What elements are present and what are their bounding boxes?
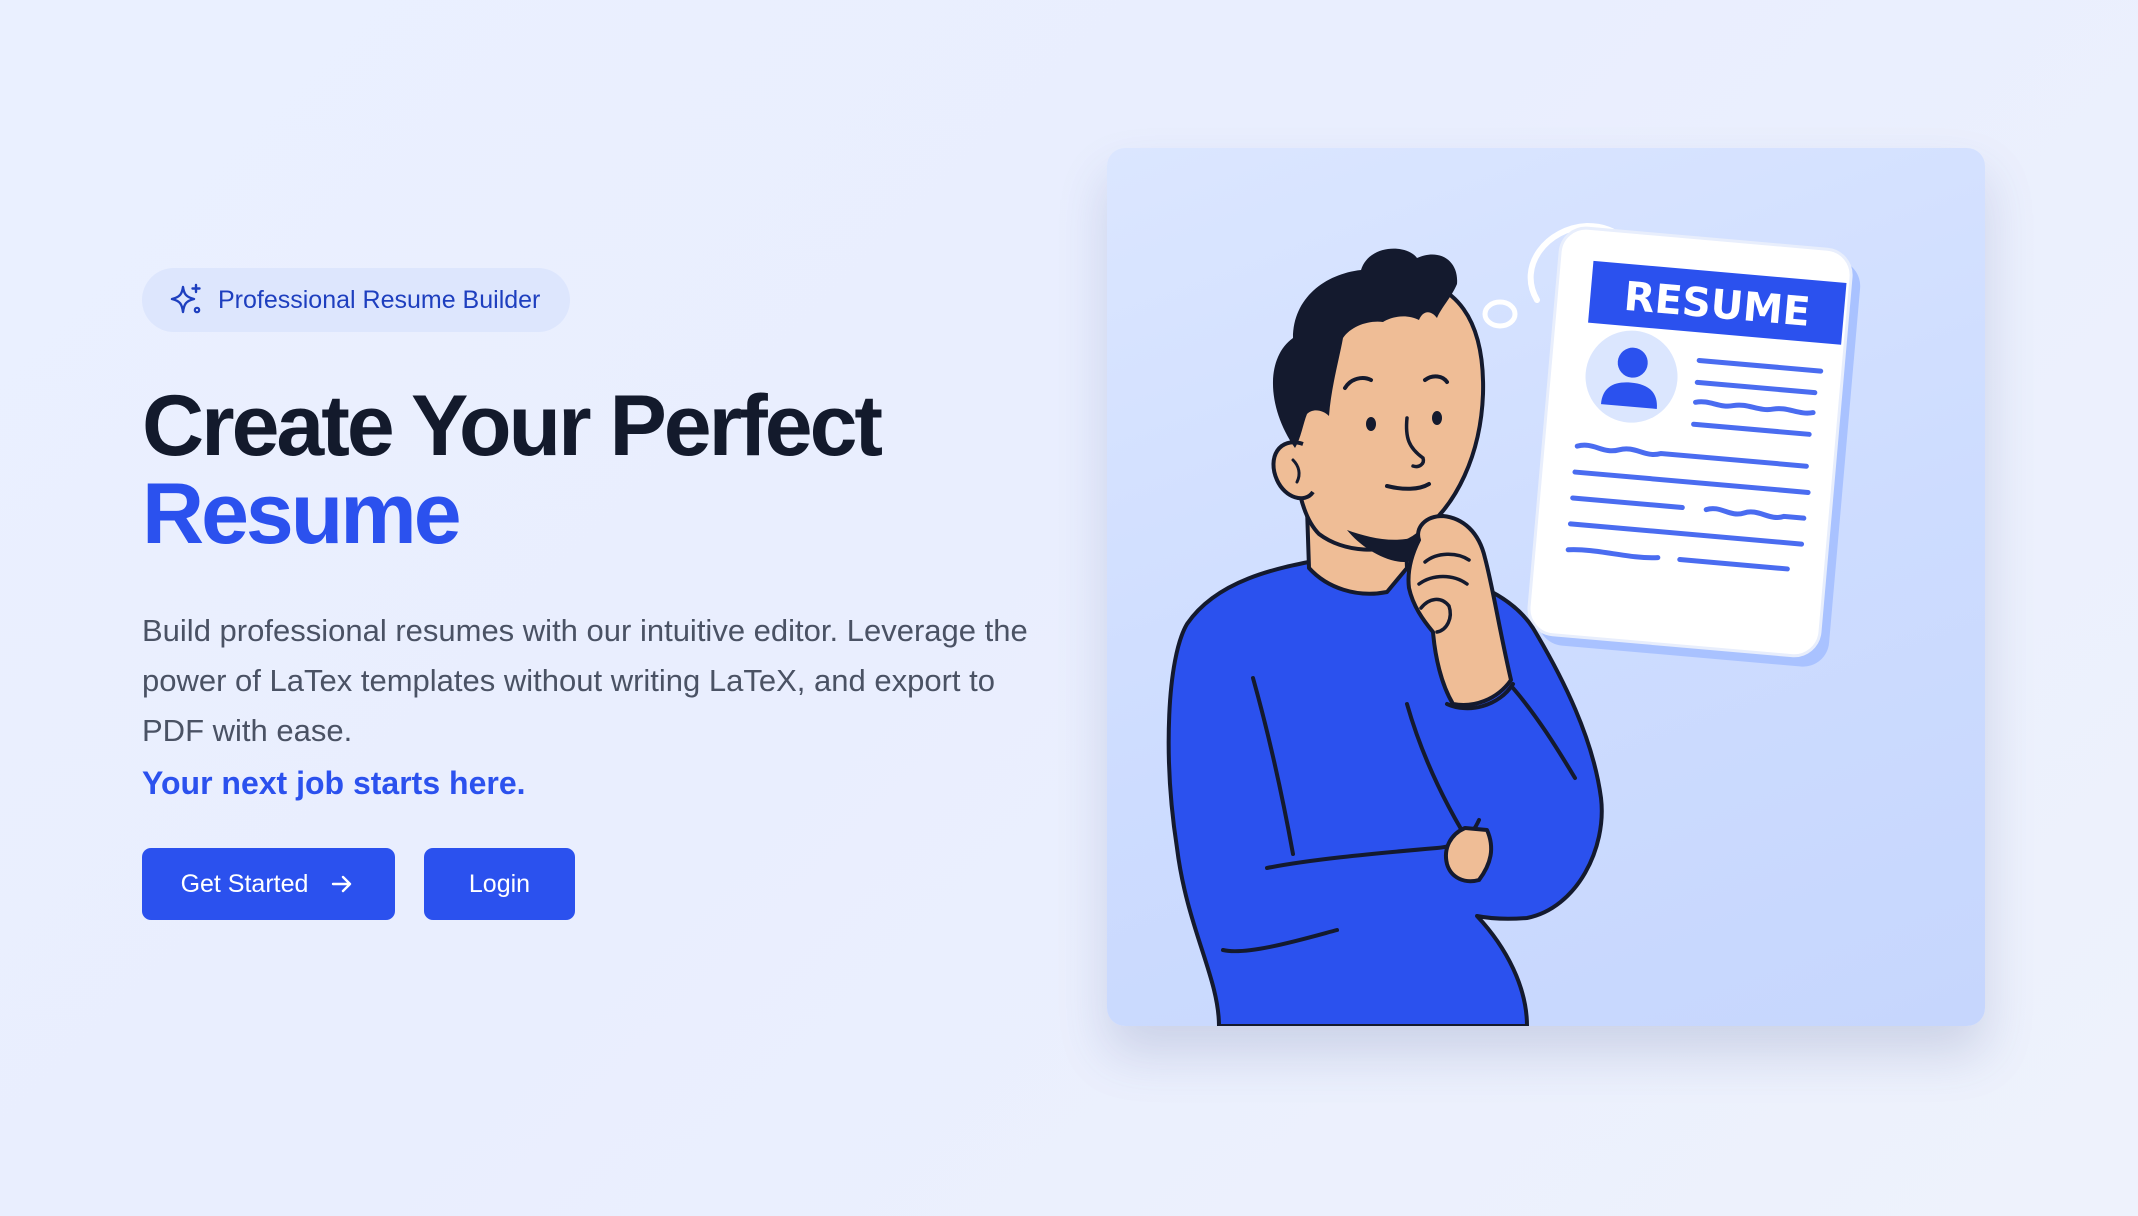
get-started-label: Get Started — [180, 869, 309, 898]
thought-bubble-small — [1482, 299, 1518, 329]
hero-tagline: Your next job starts here. — [142, 765, 526, 801]
eye-right — [1432, 411, 1442, 425]
thinking-person-illustration: RESUME — [1166, 222, 1861, 1026]
hero-content: Professional Resume Builder Create Your … — [142, 268, 1042, 920]
arrow-right-icon — [332, 875, 352, 893]
sparkles-icon — [170, 283, 201, 314]
page-title: Create Your Perfect Resume — [142, 382, 1042, 558]
title-line-2-highlight: Resume — [142, 466, 462, 562]
lower-hand — [1444, 826, 1494, 884]
title-line-1: Create Your Perfect — [142, 378, 883, 474]
resume-document: RESUME — [1527, 226, 1861, 667]
sweater — [1166, 558, 1604, 1026]
login-button[interactable]: Login — [424, 848, 575, 920]
badge-label: Professional Resume Builder — [218, 285, 541, 314]
hero-illustration: RESUME — [1107, 148, 1985, 1026]
eye-left — [1366, 417, 1376, 431]
person — [1166, 248, 1604, 1026]
login-label: Login — [468, 869, 531, 898]
hero-description: Build professional resumes with our intu… — [142, 613, 1028, 748]
get-started-button[interactable]: Get Started — [142, 848, 395, 920]
hero-actions: Get Started Login — [142, 848, 1042, 920]
feature-badge: Professional Resume Builder — [142, 268, 571, 332]
